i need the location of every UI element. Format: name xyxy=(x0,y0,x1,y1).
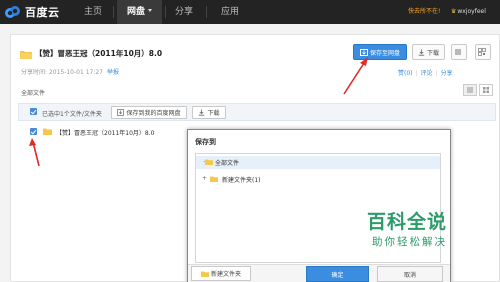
nav-divider xyxy=(165,6,166,18)
folder-icon xyxy=(43,128,52,135)
grid-view-toggle[interactable] xyxy=(479,84,493,96)
tree-item-new-folder[interactable]: 新建文件夹(1) xyxy=(222,175,261,184)
new-folder-button[interactable]: 新建文件夹 xyxy=(191,266,251,281)
more-button[interactable] xyxy=(451,44,467,60)
list-view-toggle[interactable] xyxy=(463,84,477,96)
user-menu[interactable]: ♛wxjoyfeel xyxy=(451,0,486,24)
share-link[interactable]: 分享 xyxy=(441,70,453,77)
save-to-my-cloud-button[interactable]: 保存到我的百度网盘 xyxy=(111,106,187,119)
toolbar-download-button[interactable]: 下载 xyxy=(192,106,226,119)
logo-text: 百度云 xyxy=(25,6,60,19)
grid-view-icon xyxy=(483,87,489,93)
like-link[interactable]: 赞(0) xyxy=(398,70,413,77)
nav-netdisk[interactable]: 网盘 xyxy=(117,0,162,24)
selected-count: 已选中1个文件/文件夹 xyxy=(42,111,102,118)
save-to-my-cloud-label: 保存到我的百度网盘 xyxy=(126,110,181,117)
nav-share[interactable]: 分享 xyxy=(168,0,200,24)
top-nav-bar: 百度云 主页 网盘 分享 应用 快去所不在! ♛wxjoyfeel xyxy=(0,0,500,24)
confirm-button[interactable]: 确定 xyxy=(306,266,369,282)
breadcrumb[interactable]: 全部文件 xyxy=(21,88,45,97)
share-meta: 分享时间: 2015-10-01 17:27 举报 xyxy=(21,67,119,76)
expand-toggle-icon[interactable]: + xyxy=(202,175,207,182)
folder-icon xyxy=(210,176,218,182)
watermark-title: 百科全说 xyxy=(367,211,448,233)
row-checkbox[interactable] xyxy=(30,128,37,135)
download-button[interactable]: 下载 xyxy=(412,44,445,60)
qr-code-button[interactable] xyxy=(475,44,491,60)
stats-divider: | xyxy=(415,70,418,77)
crown-icon: ♛ xyxy=(451,8,457,15)
folder-icon xyxy=(20,51,32,59)
nav-divider xyxy=(206,6,207,18)
folder-icon xyxy=(205,159,213,165)
annotation-arrow-icon xyxy=(29,138,40,167)
file-row-name[interactable]: 【赞】冒恶王冠（2011年10月）8.0 xyxy=(56,128,154,137)
list-icon xyxy=(455,49,461,55)
stats-divider: | xyxy=(435,70,438,77)
download-icon xyxy=(418,49,425,56)
select-all-checkbox[interactable] xyxy=(30,108,37,115)
nav-netdisk-label: 网盘 xyxy=(126,7,145,17)
tree-item-all-files[interactable]: 全部文件 xyxy=(215,158,239,167)
list-view-icon xyxy=(467,87,473,93)
toolbar-download-label: 下载 xyxy=(207,110,220,117)
watermark-subtitle: 助你轻松解决 xyxy=(372,236,447,248)
username: wxjoyfeel xyxy=(457,8,486,15)
share-stats: 赞(0) | 评论 | 分享 xyxy=(398,68,453,77)
qr-code-icon xyxy=(478,48,486,56)
save-icon xyxy=(117,109,125,116)
share-date: 分享时间: 2015-10-01 17:27 xyxy=(21,69,103,76)
comment-link[interactable]: 评论 xyxy=(421,70,433,77)
nav-home[interactable]: 主页 xyxy=(77,0,109,24)
dialog-title: 保存到 xyxy=(195,138,216,146)
baidu-cloud-logo[interactable]: 百度云 xyxy=(4,2,60,22)
cancel-button[interactable]: 取消 xyxy=(377,266,443,282)
file-title: 【赞】冒恶王冠（2011年10月）8.0 xyxy=(35,49,163,58)
download-icon xyxy=(199,109,205,116)
new-folder-icon xyxy=(200,271,209,277)
promo-link[interactable]: 快去所不在! xyxy=(408,0,440,24)
chevron-down-icon xyxy=(148,9,152,12)
save-to-netdisk-label: 保存至网盘 xyxy=(369,49,400,57)
download-label: 下载 xyxy=(426,49,439,57)
new-folder-label: 新建文件夹 xyxy=(210,271,241,278)
nav-apps[interactable]: 应用 xyxy=(214,0,246,24)
report-link[interactable]: 举报 xyxy=(107,69,119,76)
nav-divider xyxy=(113,6,114,18)
annotation-arrow-icon xyxy=(343,57,368,95)
cloud-logo-icon xyxy=(5,6,20,18)
